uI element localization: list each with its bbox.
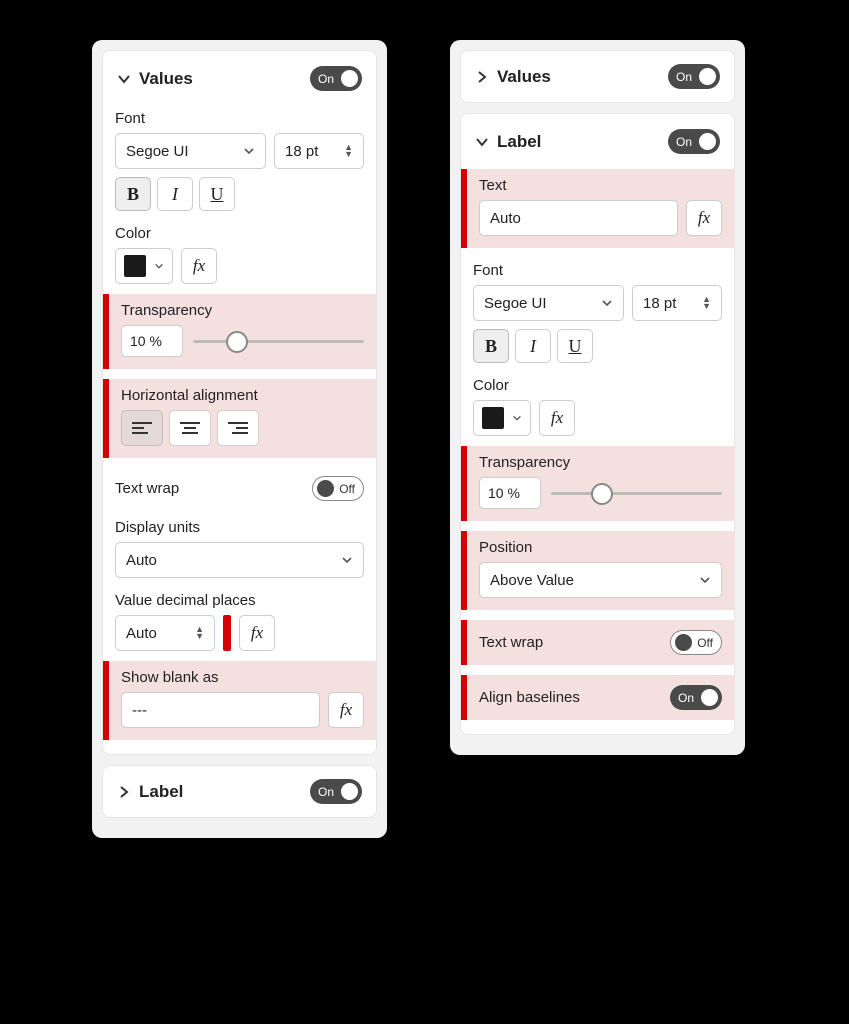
align-baselines-label: Align baselines xyxy=(479,689,580,706)
chevron-down-icon xyxy=(512,413,522,423)
values-title: Values xyxy=(497,67,551,87)
transparency-label: Transparency xyxy=(121,302,364,319)
label-header[interactable]: Label On xyxy=(473,124,722,159)
label-header[interactable]: Label On xyxy=(115,774,364,809)
color-picker[interactable] xyxy=(115,248,173,284)
font-family-dropdown[interactable]: Segoe UI xyxy=(473,285,624,321)
horizontal-alignment-group: Horizontal alignment xyxy=(103,379,376,458)
chevron-down-icon xyxy=(341,554,353,566)
underline-button[interactable]: U xyxy=(199,177,235,211)
italic-button[interactable]: I xyxy=(157,177,193,211)
label-toggle[interactable]: On xyxy=(310,779,362,804)
color-picker[interactable] xyxy=(473,400,531,436)
values-header[interactable]: Values On xyxy=(473,59,722,94)
color-swatch xyxy=(124,255,146,277)
font-size-spinner[interactable]: 18 pt ▲▼ xyxy=(632,285,722,321)
spinner-buttons[interactable]: ▲▼ xyxy=(702,296,711,310)
color-label: Color xyxy=(473,377,722,394)
label-toggle[interactable]: On xyxy=(668,129,720,154)
text-wrap-row: Text wrap Off xyxy=(461,620,734,665)
text-wrap-toggle[interactable]: Off xyxy=(312,476,364,501)
text-input[interactable]: Auto xyxy=(479,200,678,236)
align-center-button[interactable] xyxy=(169,410,211,446)
bold-button[interactable]: B xyxy=(473,329,509,363)
chevron-down-icon xyxy=(699,574,711,586)
chevron-down-icon xyxy=(154,261,164,271)
show-blank-as-input[interactable]: --- xyxy=(121,692,320,728)
transparency-value[interactable]: 10 % xyxy=(121,325,183,357)
position-group: Position Above Value xyxy=(461,531,734,610)
transparency-label: Transparency xyxy=(479,454,722,471)
chevron-right-icon xyxy=(475,70,489,84)
label-card-collapsed: Label On xyxy=(102,765,377,818)
display-units-label: Display units xyxy=(115,519,364,536)
text-wrap-toggle[interactable]: Off xyxy=(670,630,722,655)
decimal-places-label: Value decimal places xyxy=(115,592,364,609)
format-panel-2: Values On Label On Text xyxy=(450,40,745,755)
transparency-slider[interactable] xyxy=(551,483,722,503)
values-toggle[interactable]: On xyxy=(310,66,362,91)
align-left-button[interactable] xyxy=(121,410,163,446)
values-header[interactable]: Values On xyxy=(115,61,364,96)
fx-button[interactable]: fx xyxy=(181,248,217,284)
horizontal-alignment-label: Horizontal alignment xyxy=(121,387,364,404)
align-baselines-toggle[interactable]: On xyxy=(670,685,722,710)
font-size-spinner[interactable]: 18 pt ▲▼ xyxy=(274,133,364,169)
position-label: Position xyxy=(479,539,722,556)
label-title: Label xyxy=(139,782,183,802)
chevron-down-icon xyxy=(117,72,131,86)
chevron-down-icon xyxy=(475,135,489,149)
color-swatch xyxy=(482,407,504,429)
font-family-dropdown[interactable]: Segoe UI xyxy=(115,133,266,169)
show-blank-as-group: Show blank as --- fx xyxy=(103,661,376,740)
chevron-down-icon xyxy=(601,297,613,309)
transparency-value[interactable]: 10 % xyxy=(479,477,541,509)
show-blank-as-label: Show blank as xyxy=(121,669,364,686)
display-units-dropdown[interactable]: Auto xyxy=(115,542,364,578)
label-card: Label On Text Auto fx Font Segoe UI 18 p… xyxy=(460,113,735,735)
decimal-places-spinner[interactable]: Auto ▲▼ xyxy=(115,615,215,651)
values-card-collapsed: Values On xyxy=(460,50,735,103)
fx-button[interactable]: fx xyxy=(328,692,364,728)
fx-button[interactable]: fx xyxy=(539,400,575,436)
spinner-buttons[interactable]: ▲▼ xyxy=(344,144,353,158)
text-wrap-row: Text wrap Off xyxy=(111,472,368,505)
fx-button[interactable]: fx xyxy=(686,200,722,236)
values-title: Values xyxy=(139,69,193,89)
fx-button[interactable]: fx xyxy=(239,615,275,651)
color-label: Color xyxy=(115,225,364,242)
format-panel-1: Values On Font Segoe UI 18 pt ▲▼ B I U C… xyxy=(92,40,387,838)
text-group: Text Auto fx xyxy=(461,169,734,248)
font-label: Font xyxy=(473,262,722,279)
text-label: Text xyxy=(479,177,722,194)
values-toggle[interactable]: On xyxy=(668,64,720,89)
transparency-group: Transparency 10 % xyxy=(461,446,734,521)
position-dropdown[interactable]: Above Value xyxy=(479,562,722,598)
align-right-button[interactable] xyxy=(217,410,259,446)
values-card: Values On Font Segoe UI 18 pt ▲▼ B I U C… xyxy=(102,50,377,755)
label-title: Label xyxy=(497,132,541,152)
transparency-group: Transparency 10 % xyxy=(103,294,376,369)
bold-button[interactable]: B xyxy=(115,177,151,211)
underline-button[interactable]: U xyxy=(557,329,593,363)
text-wrap-label: Text wrap xyxy=(479,634,543,651)
chevron-down-icon xyxy=(243,145,255,157)
highlight-marker xyxy=(223,615,231,651)
align-baselines-row: Align baselines On xyxy=(461,675,734,720)
transparency-slider[interactable] xyxy=(193,331,364,351)
spinner-buttons[interactable]: ▲▼ xyxy=(195,626,204,640)
font-label: Font xyxy=(115,110,364,127)
chevron-right-icon xyxy=(117,785,131,799)
italic-button[interactable]: I xyxy=(515,329,551,363)
text-wrap-label: Text wrap xyxy=(115,480,179,497)
